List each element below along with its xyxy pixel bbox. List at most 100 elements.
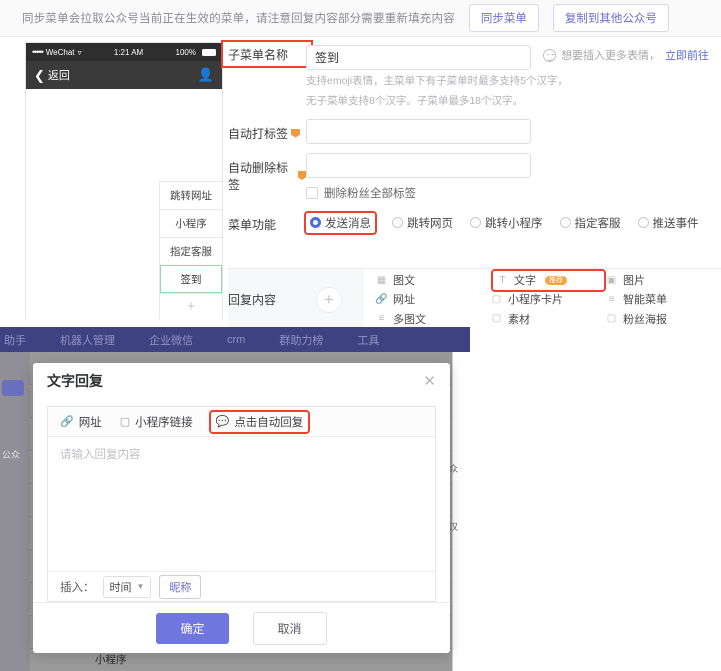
reply-option-multi-article[interactable]: ≡ 多图文: [376, 309, 491, 328]
background-nav-item-5[interactable]: 工具: [357, 332, 379, 348]
auto-delete-tag-row: 自动删除标签 删除粉丝全部标签: [228, 152, 721, 201]
radio-label: 跳转小程序: [485, 217, 543, 230]
menu-function-radio-group: 发送消息 跳转网页 跳转小程序 指定客服 推送事件: [304, 210, 721, 235]
background-nav-item-4[interactable]: 群助力榜: [279, 332, 323, 348]
radio-label: 推送事件: [652, 217, 699, 230]
reply-option-image[interactable]: ▣ 图片: [606, 271, 721, 290]
phone-menu-item-3-active[interactable]: 签到: [160, 265, 222, 293]
notice-text: 同步菜单会拉取公众号当前正在生效的菜单，请注意回复内容部分需要重新填充内容: [22, 13, 455, 25]
submenu-name-value: 签到: [315, 51, 340, 65]
auto-delete-tag-label-text: 自动删除标签: [228, 160, 289, 192]
click-auto-reply-button[interactable]: 💬 点击自动回复: [208, 409, 311, 434]
close-icon[interactable]: ✕: [423, 372, 436, 390]
reply-option-smart-menu[interactable]: ≡ 智能菜单: [606, 290, 721, 309]
cancel-button[interactable]: 取消: [252, 611, 327, 645]
auto-tag-row: 自动打标签: [228, 118, 721, 144]
reply-type-grid: ▦ 图文 T 文字 推荐 ▣ 图片 🔗 网址 ▢ 小程序卡片 ≡ 智能菜单 ≡ …: [364, 268, 721, 331]
phone-menu-item-label: 小程序: [175, 218, 207, 230]
reply-content-label: 回复内容: [228, 293, 277, 307]
phone-status-bar: ••••• WeChat ▿ 1:21 AM 100%: [26, 43, 222, 61]
emoji-goto-link[interactable]: 立即前往: [665, 47, 709, 63]
carrier-label: WeChat: [45, 47, 75, 57]
background-bottom-label: 小程序: [95, 654, 127, 666]
smart-menu-icon: ≡: [608, 293, 615, 305]
reply-option-poster[interactable]: ▢ 粉丝海报: [606, 309, 721, 328]
miniprogram-icon: ▢: [119, 416, 131, 429]
confirm-button[interactable]: 确定: [156, 612, 229, 644]
signal-dots-icon: •••••: [32, 47, 44, 57]
radio-indicator: [470, 217, 481, 228]
radio-indicator: [310, 217, 321, 228]
phone-back-button[interactable]: ❮ 返回: [34, 67, 70, 83]
delete-all-tags-checkbox-row[interactable]: 删除粉丝全部标签: [306, 185, 721, 201]
phone-menu-item-1[interactable]: 小程序: [160, 209, 222, 237]
background-nav-item-2[interactable]: 企业微信: [149, 332, 193, 348]
phone-menu-item-2[interactable]: 指定客服: [160, 237, 222, 265]
copy-to-other-account-button[interactable]: 复制到其他公众号: [552, 4, 669, 32]
reply-option-label: 粉丝海报: [623, 313, 667, 326]
phone-back-label: 返回: [47, 70, 70, 82]
reply-option-material[interactable]: ▢ 素材: [491, 309, 606, 328]
background-sidebar: 公众: [0, 352, 30, 671]
reply-option-text[interactable]: T 文字 推荐: [491, 268, 606, 292]
radio-label: 跳转网页: [407, 217, 453, 230]
chevron-left-icon: ❮: [34, 67, 45, 83]
link-icon: 🔗: [375, 293, 388, 305]
phone-menu-item-label: 签到: [180, 273, 202, 286]
insert-label: 插入：: [60, 581, 95, 594]
delete-all-tags-checkbox[interactable]: [306, 186, 318, 199]
add-reply-button[interactable]: +: [316, 286, 342, 313]
phone-menu-add-button[interactable]: +: [160, 293, 222, 319]
click-auto-reply-label: 点击自动回复: [234, 416, 304, 429]
reply-option-miniprogram-card[interactable]: ▢ 小程序卡片: [491, 290, 606, 309]
wifi-icon: ▿: [77, 47, 82, 57]
insert-nickname-button[interactable]: 昵称: [159, 574, 202, 599]
radio-indicator: [559, 217, 571, 228]
radio-open-webpage[interactable]: 跳转网页: [392, 215, 453, 231]
auto-tag-input[interactable]: [306, 118, 531, 144]
menu-function-row: 菜单功能 发送消息 跳转网页 跳转小程序 指定客服 推送事件: [228, 210, 721, 235]
reply-textarea[interactable]: 请输入回复内容: [48, 437, 435, 571]
insert-url-button[interactable]: 🔗 网址: [60, 414, 102, 430]
reply-option-label: 小程序卡片: [508, 294, 563, 307]
chevron-down-icon: ▼: [136, 582, 145, 592]
link-icon: 🔗: [60, 416, 74, 429]
auto-delete-tag-input[interactable]: [306, 152, 531, 178]
radio-open-miniprogram[interactable]: 跳转小程序: [470, 215, 543, 231]
background-right-column: [452, 352, 470, 671]
radio-label: 发送消息: [325, 217, 371, 230]
reply-option-label: 图片: [623, 275, 645, 288]
material-icon: ▢: [491, 313, 502, 325]
insert-url-label: 网址: [78, 416, 102, 429]
reply-option-article[interactable]: ▦ 图文: [376, 271, 491, 290]
menu-function-label: 菜单功能: [228, 217, 277, 232]
insert-miniprogram-link-button[interactable]: ▢ 小程序链接: [120, 414, 193, 430]
modal-body: 🔗 网址 ▢ 小程序链接 💬 点击自动回复 请输入回复内容 插入： 时间 ▼ 昵…: [33, 398, 450, 603]
submenu-name-label: 子菜单名称: [221, 40, 313, 68]
delete-all-tags-label: 删除粉丝全部标签: [324, 187, 416, 200]
reply-option-label: 文字: [514, 275, 536, 288]
multi-article-icon: ≡: [378, 313, 385, 325]
background-nav-item-3[interactable]: crm: [227, 334, 245, 346]
radio-indicator: [637, 217, 649, 228]
insert-type-value: 时间: [109, 581, 132, 594]
insert-type-select[interactable]: 时间 ▼: [102, 575, 152, 598]
text-icon: T: [499, 274, 506, 286]
phone-body: 跳转网址 小程序 指定客服 签到 +: [26, 89, 222, 320]
submenu-name-input[interactable]: 签到: [306, 45, 531, 70]
radio-assign-service[interactable]: 指定客服: [559, 215, 621, 231]
background-sidebar-active-item[interactable]: [2, 380, 24, 396]
background-nav-bar: 助手 机器人管理 企业微信 crm 群助力榜 工具: [0, 327, 470, 352]
background-sidebar-fragment: 公众: [2, 450, 21, 460]
background-nav-item-1[interactable]: 机器人管理: [60, 332, 115, 348]
radio-send-message[interactable]: 发送消息: [304, 210, 377, 235]
background-nav-item-0[interactable]: 助手: [4, 332, 26, 348]
emoji-note-text: 想要插入更多表情，: [561, 50, 660, 62]
modal-header: 文字回复 ✕: [33, 363, 450, 398]
sync-menu-button[interactable]: 同步菜单: [468, 4, 539, 32]
phone-menu-item-0[interactable]: 跳转网址: [160, 181, 222, 209]
menu-editor-panel: ••••• WeChat ▿ 1:21 AM 100% ❮ 返回 👤 跳转网址: [0, 37, 721, 331]
radio-push-event[interactable]: 推送事件: [637, 215, 699, 231]
reply-option-url[interactable]: 🔗 网址: [375, 290, 491, 309]
submenu-name-hint-line2: 无子菜单支持8个汉字。子菜单最多18个汉字。: [306, 94, 524, 107]
